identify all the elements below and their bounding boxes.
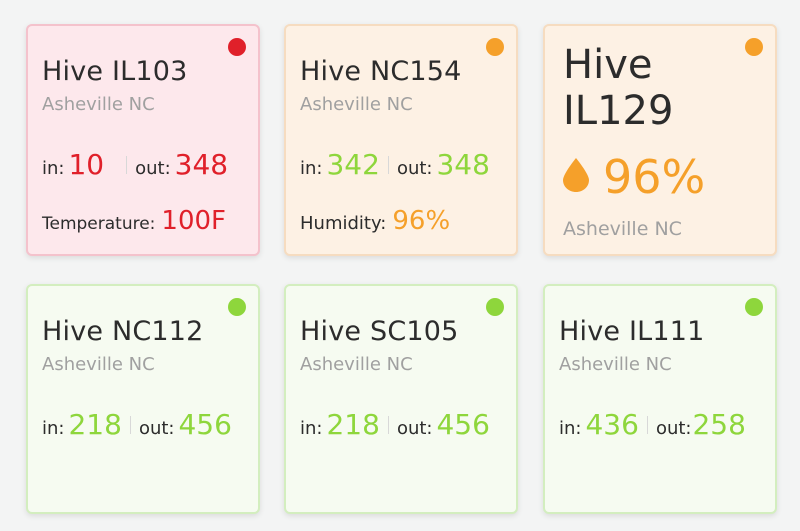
hive-card-il103[interactable]: Hive IL103 Asheville NC in: 10 out: 348 …	[26, 24, 260, 256]
hive-card-nc112[interactable]: Hive NC112 Asheville NC in: 218 out: 456	[26, 284, 260, 514]
out-label: out:	[655, 418, 692, 439]
hive-location: Asheville NC	[300, 354, 413, 375]
hive-title: Hive IL103	[42, 56, 188, 87]
hive-card-sc105[interactable]: Hive SC105 Asheville NC in: 218 out: 456	[284, 284, 518, 514]
metric-value: 100F	[161, 206, 227, 236]
in-value: 218	[326, 408, 380, 441]
in-label: in:	[300, 158, 323, 179]
in-out-divider	[387, 415, 389, 434]
in-label: in:	[42, 158, 65, 179]
hive-in-out: in: 10 out: 348	[42, 148, 228, 181]
status-dot-ok	[486, 298, 504, 316]
hive-location: Asheville NC	[559, 354, 672, 375]
hive-dashboard-grid: Hive IL103 Asheville NC in: 10 out: 348 …	[0, 0, 800, 531]
hive-in-out: in: 436 out: 258	[559, 408, 746, 441]
out-value: 456	[436, 408, 490, 441]
out-value: 348	[436, 148, 490, 181]
status-dot-warning	[745, 38, 763, 56]
hive-in-out: in: 342 out: 348	[300, 148, 490, 181]
hive-title: Hive SC105	[300, 316, 459, 347]
metric-label: Temperature:	[42, 214, 156, 234]
hive-card-nc154[interactable]: Hive NC154 Asheville NC in: 342 out: 348…	[284, 24, 518, 256]
droplet-icon	[563, 158, 589, 196]
hive-title: Hive NC154	[300, 56, 462, 87]
hive-title: Hive NC112	[42, 316, 204, 347]
status-dot-ok	[745, 298, 763, 316]
hive-title: Hive IL111	[559, 316, 705, 347]
in-label: in:	[559, 418, 582, 439]
out-label: out:	[135, 158, 171, 179]
in-out-divider	[129, 415, 131, 434]
metric-label: Humidity:	[300, 213, 387, 234]
out-value: 456	[178, 408, 232, 441]
out-label: out:	[138, 418, 175, 439]
hive-metric: Temperature: 100F	[42, 206, 226, 236]
in-out-divider	[646, 415, 648, 434]
status-dot-alert	[228, 38, 246, 56]
out-label: out:	[396, 418, 433, 439]
in-out-divider	[387, 155, 389, 174]
hive-card-il111[interactable]: Hive IL111 Asheville NC in: 436 out: 258	[543, 284, 777, 514]
hive-metric: Humidity: 96%	[300, 206, 450, 236]
in-value: 218	[68, 408, 122, 441]
hive-title: Hive IL129	[563, 42, 673, 134]
in-label: in:	[42, 418, 65, 439]
hive-in-out: in: 218 out: 456	[42, 408, 232, 441]
humidity-value: 96%	[603, 150, 706, 204]
metric-value: 96%	[392, 206, 451, 236]
out-value: 348	[174, 148, 229, 181]
hive-location: Asheville NC	[300, 94, 413, 115]
hive-title-line1: Hive	[563, 42, 653, 88]
hive-location: Asheville NC	[42, 354, 155, 375]
out-value: 258	[692, 408, 746, 441]
hive-humidity: 96%	[563, 150, 705, 204]
hive-location: Asheville NC	[42, 94, 155, 115]
out-label: out:	[396, 158, 433, 179]
in-value: 436	[585, 408, 639, 441]
hive-in-out: in: 218 out: 456	[300, 408, 490, 441]
hive-location: Asheville NC	[563, 218, 682, 240]
in-label: in:	[300, 418, 323, 439]
hive-title-line2: IL129	[563, 88, 674, 134]
in-out-divider	[126, 155, 128, 174]
status-dot-warning	[486, 38, 504, 56]
status-dot-ok	[228, 298, 246, 316]
in-value: 10	[68, 148, 105, 181]
hive-card-il129[interactable]: Hive IL129 96% Asheville NC	[543, 24, 777, 256]
in-value: 342	[326, 148, 380, 181]
